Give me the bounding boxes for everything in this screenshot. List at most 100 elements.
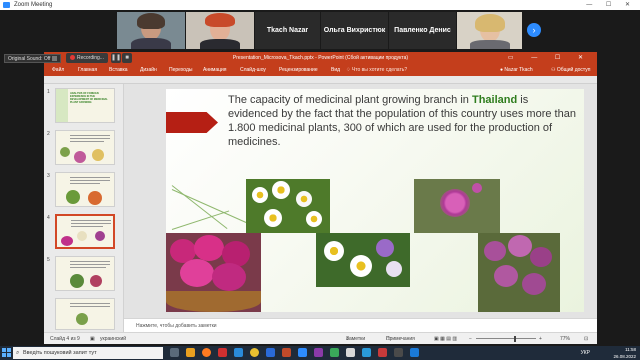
- word-icon[interactable]: [266, 348, 275, 357]
- participant-tile-3[interactable]: Tkach Nazar: [255, 12, 320, 49]
- pause-recording-icon[interactable]: ❚❚: [111, 53, 121, 63]
- thumb-number: 5: [47, 257, 50, 263]
- slide-body-text[interactable]: The capacity of medicinal plant growing …: [228, 93, 578, 149]
- slide-text-highlight: Thailand: [471, 94, 518, 106]
- tab-review[interactable]: Рецензирование: [279, 64, 318, 76]
- participant-tile-2[interactable]: [186, 12, 254, 49]
- zoom-taskbar-icon[interactable]: [298, 348, 307, 357]
- next-participants-button[interactable]: ›: [527, 23, 541, 37]
- tab-file[interactable]: Файл: [52, 64, 64, 76]
- spellcheck-icon[interactable]: ▣: [90, 333, 95, 345]
- participant-tile-4[interactable]: Ольга Вихристюк: [321, 12, 388, 49]
- tell-me-search[interactable]: ♢ Что вы хотите сделать?: [346, 64, 407, 76]
- tell-me-text: Что вы хотите сделать?: [351, 67, 408, 73]
- thumb-number: 3: [47, 173, 50, 179]
- participant-tile-1[interactable]: [117, 12, 185, 49]
- telegram-icon[interactable]: [362, 348, 371, 357]
- slide-thumbnail-2[interactable]: [55, 130, 115, 165]
- participant-tile-5[interactable]: Павленко Денис: [389, 12, 456, 49]
- notes-pane[interactable]: Нажмите, чтобы добавить заметки: [124, 318, 597, 332]
- powerpoint-window: Presentation_Microsova_Tkach.pptx - Powe…: [44, 52, 597, 344]
- taskbar-search-box[interactable]: ⌕ Введіть пошуковий запит тут: [13, 347, 163, 359]
- tab-transitions[interactable]: Переходы: [169, 64, 192, 76]
- slide-canvas: The capacity of medicinal plant growing …: [124, 84, 597, 318]
- original-sound-toggle[interactable]: Original Sound: Off: [4, 54, 62, 63]
- herbs-mix-photo: [316, 233, 410, 287]
- firefox-icon[interactable]: [202, 348, 211, 357]
- search-icon: ⌕: [16, 350, 20, 356]
- window-controls[interactable]: — ☐ ✕: [586, 0, 636, 10]
- decorative-line: [171, 210, 230, 230]
- task-view-icon[interactable]: [170, 348, 179, 357]
- chamomile-photo: [246, 179, 330, 233]
- recording-label: Recording...: [77, 55, 104, 61]
- keyboard-language[interactable]: УКР: [581, 346, 590, 360]
- windows-start-icon[interactable]: [2, 348, 12, 358]
- ppt-ribbon-tabs: Файл Главная Вставка Дизайн Переходы Ани…: [44, 64, 597, 76]
- original-sound-label: Original Sound: Off: [8, 56, 51, 62]
- red-arrow-shape: [166, 112, 218, 133]
- outlook-icon[interactable]: [234, 348, 243, 357]
- zoom-in-button[interactable]: +: [539, 333, 542, 345]
- zoom-title-bar: Zoom Meeting — ☐ ✕: [0, 0, 640, 10]
- chrome-icon[interactable]: [250, 348, 259, 357]
- stop-recording-icon[interactable]: ■: [122, 53, 132, 63]
- slide-counter: Слайд 4 из 9: [50, 336, 80, 342]
- user-name: Nazar Tkach: [504, 67, 533, 73]
- slide-thumbnails-pane: 1 ANALYSIS OF FOREIGN EXPERIENCE IN THE …: [44, 84, 124, 332]
- tab-home[interactable]: Главная: [78, 64, 97, 76]
- tab-view[interactable]: Вид: [331, 64, 340, 76]
- app-icon[interactable]: [394, 348, 403, 357]
- ppt-window-title: Presentation_Microsova_Tkach.pptx - Powe…: [232, 55, 409, 61]
- slide-thumbnail-3[interactable]: [55, 172, 115, 207]
- share-button[interactable]: ⚇ Общий доступ: [551, 64, 590, 76]
- thumb-caption: ANALYSIS OF FOREIGN EXPERIENCE IN THE DE…: [70, 92, 108, 104]
- app-icon[interactable]: [346, 348, 355, 357]
- milk-thistle-photo: [414, 179, 500, 233]
- zoom-window-title: Zoom Meeting: [14, 2, 53, 8]
- thumb-number: 1: [47, 89, 50, 95]
- app-icon[interactable]: [378, 348, 387, 357]
- tab-animations[interactable]: Анимация: [203, 64, 226, 76]
- language-indicator[interactable]: украинский: [100, 333, 126, 345]
- participant-name: Tkach Nazar: [266, 27, 309, 34]
- current-slide[interactable]: The capacity of medicinal plant growing …: [166, 89, 584, 312]
- recording-dot-icon: [70, 55, 75, 61]
- slide-thumbnail-5[interactable]: [55, 256, 115, 291]
- comments-label: Примечания: [386, 336, 415, 342]
- slide-text-part-1: The capacity of medicinal plant growing …: [228, 94, 472, 106]
- notes-label: Заметки: [346, 336, 366, 342]
- zoom-slider-thumb[interactable]: [514, 336, 516, 342]
- file-explorer-icon[interactable]: [186, 348, 195, 357]
- excel-icon[interactable]: [330, 348, 339, 357]
- purple-flowers-photo: [478, 233, 560, 312]
- slide-thumbnail-6[interactable]: [55, 298, 115, 330]
- slide-thumbnail-1[interactable]: ANALYSIS OF FOREIGN EXPERIENCE IN THE DE…: [55, 88, 115, 123]
- signed-in-user[interactable]: ● Nazar Tkach: [500, 64, 533, 76]
- system-clock[interactable]: 11:58 26.08.2022: [613, 346, 636, 360]
- slide-thumbnail-4-selected[interactable]: [55, 214, 115, 249]
- app-icon[interactable]: [410, 348, 419, 357]
- thumb-number: 2: [47, 131, 50, 137]
- tab-slideshow[interactable]: Слайд-шоу: [240, 64, 266, 76]
- share-label: Общий доступ: [556, 67, 591, 73]
- thumb-number: 4: [47, 215, 50, 221]
- checkbox-icon: [52, 56, 58, 62]
- recording-indicator[interactable]: Recording...: [66, 53, 108, 63]
- zoom-level[interactable]: 77%: [560, 333, 570, 345]
- office-icon[interactable]: [218, 348, 227, 357]
- tab-design[interactable]: Дизайн: [140, 64, 157, 76]
- decorative-line: [171, 189, 255, 227]
- view-buttons[interactable]: ▣ ▦ ▤ ▥: [434, 333, 457, 345]
- tab-insert[interactable]: Вставка: [109, 64, 128, 76]
- zoom-out-button[interactable]: −: [469, 333, 472, 345]
- participant-strip: [0, 10, 640, 50]
- clock-time: 11:58: [625, 347, 636, 352]
- zoom-slider[interactable]: [476, 338, 536, 339]
- participant-tile-6[interactable]: [457, 12, 522, 49]
- fit-slide-icon[interactable]: ⊡: [584, 333, 588, 345]
- powerpoint-taskbar-icon[interactable]: [282, 348, 291, 357]
- pink-flowers-bowl-photo: [166, 233, 261, 312]
- ppt-window-controls[interactable]: ▭ — ☐ ✕: [508, 52, 591, 64]
- app-icon[interactable]: [314, 348, 323, 357]
